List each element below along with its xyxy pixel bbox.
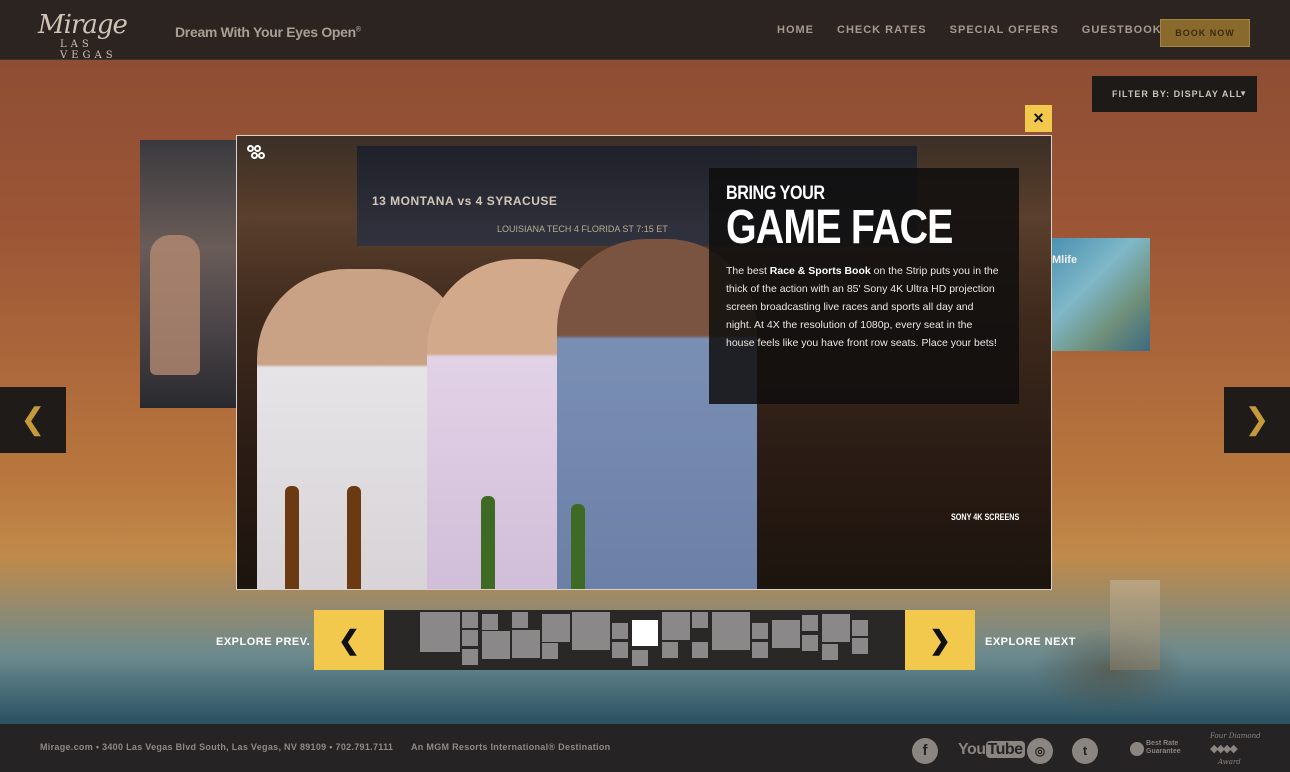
beer-bottle	[481, 496, 495, 589]
chevron-down-icon: ▼	[1239, 89, 1248, 98]
gallery-thumbnail[interactable]	[632, 650, 648, 666]
gallery-thumbnail[interactable]	[542, 643, 558, 659]
gallery-thumbnail[interactable]	[462, 630, 478, 646]
gallery-icon-dot	[251, 152, 258, 159]
best-rate-guarantee-text: Best Rate Guarantee	[1146, 740, 1181, 755]
facebook-icon[interactable]: f	[912, 738, 938, 764]
gallery-icon-dot	[258, 152, 265, 159]
book-now-button[interactable]: BOOK NOW	[1160, 19, 1250, 47]
filter-dropdown[interactable]: FILTER BY: DISPLAY ALL ▼	[1092, 76, 1257, 112]
diamond-icon: ◆◆◆◆	[1210, 743, 1238, 755]
tagline-text: Dream With Your Eyes Open	[175, 24, 356, 40]
card-left-figure	[150, 235, 200, 375]
gallery-thumbnail[interactable]	[822, 644, 838, 660]
nav-guestbook[interactable]: GUESTBOOK	[1082, 24, 1162, 36]
gallery-next-arrow[interactable]: ❯	[1224, 387, 1290, 453]
sony-badge: SONY 4K SCREENS	[951, 512, 1020, 522]
feature-body-bold: Race & Sports Book	[769, 265, 871, 277]
gallery-thumbnail-active[interactable]	[632, 620, 658, 646]
gallery-thumbnail[interactable]	[852, 620, 868, 636]
close-icon: ×	[1033, 108, 1044, 128]
tagline: Dream With Your Eyes Open®	[175, 24, 361, 40]
gallery-thumbnail[interactable]	[822, 614, 850, 642]
thumbnail-strip	[384, 610, 905, 670]
chevron-left-icon: ❮	[20, 403, 46, 436]
four-diamond-bottom: Award	[1218, 758, 1241, 766]
twitter-icon[interactable]: t	[1072, 738, 1098, 764]
tagline-mark: ®	[355, 26, 361, 34]
explore-prev-button[interactable]: ❮	[314, 610, 384, 670]
chevron-right-icon: ❯	[929, 625, 951, 655]
mirage-logo[interactable]: Mirage LAS VEGAS	[38, 10, 156, 61]
feature-headline: GAME FACE	[726, 201, 953, 254]
gallery-thumbnail[interactable]	[482, 614, 498, 630]
gallery-thumbnail[interactable]	[462, 649, 478, 665]
nav-check-rates[interactable]: CHECK RATES	[837, 24, 927, 36]
logo-sub: LAS VEGAS	[60, 39, 117, 61]
filter-label: FILTER BY: DISPLAY ALL	[1112, 89, 1243, 99]
card-right-label: Mlife	[1052, 254, 1078, 266]
footer-mgm: An MGM Resorts International® Destinatio…	[411, 742, 611, 752]
logo-script: Mirage	[38, 10, 128, 40]
beer-bottle	[285, 486, 299, 589]
explore-next-label[interactable]: EXPLORE NEXT	[985, 636, 1076, 648]
four-diamond-top: Four Diamond	[1210, 732, 1261, 740]
gallery-thumbnail[interactable]	[692, 612, 708, 628]
gallery-thumbnail[interactable]	[772, 620, 800, 648]
gallery-thumbnail[interactable]	[662, 612, 690, 640]
scoreboard-line1: 13 MONTANA vs 4 SYRACUSE	[372, 194, 558, 208]
explore-prev-label[interactable]: EXPLORE PREV.	[216, 636, 310, 648]
site-footer: Mirage.com • 3400 Las Vegas Blvd South, …	[0, 724, 1290, 772]
gallery-card-left[interactable]	[140, 140, 240, 408]
background-hotel-tower	[1110, 580, 1160, 670]
nav-home[interactable]: HOME	[777, 24, 814, 36]
feature-body-lead: The best	[726, 265, 770, 277]
nav-special-offers[interactable]: SPECIAL OFFERS	[950, 24, 1059, 36]
main-nav: HOME CHECK RATES SPECIAL OFFERS GUESTBOO…	[777, 24, 1185, 36]
gallery-thumbnail[interactable]	[712, 612, 750, 650]
gallery-thumbnail[interactable]	[512, 612, 528, 628]
gallery-thumbnail[interactable]	[420, 612, 460, 652]
beer-bottle	[571, 504, 585, 589]
instagram-icon[interactable]: ◎	[1027, 738, 1053, 764]
gallery-thumbnail[interactable]	[852, 638, 868, 654]
gallery-thumbnail[interactable]	[612, 623, 628, 639]
gallery-thumbnail[interactable]	[662, 642, 678, 658]
explore-next-button[interactable]: ❯	[905, 610, 975, 670]
feature-body-rest: on the Strip puts you in the thick of th…	[726, 265, 999, 349]
best-rate-guarantee-seal	[1130, 742, 1144, 756]
beer-bottle	[347, 486, 361, 589]
gallery-thumbnail[interactable]	[802, 615, 818, 631]
youtube-icon[interactable]: You Tube	[958, 741, 1025, 759]
site-header: Mirage LAS VEGAS Dream With Your Eyes Op…	[0, 0, 1290, 61]
gallery-thumbnail[interactable]	[512, 630, 540, 658]
gallery-thumbnail[interactable]	[612, 642, 628, 658]
feature-copy-box: BRING YOUR GAME FACE The best Race & Spo…	[709, 168, 1019, 404]
lightbox-modal: 13 MONTANA vs 4 SYRACUSE LOUISIANA TECH …	[236, 135, 1052, 590]
gallery-icon-dot	[247, 145, 254, 152]
gallery-thumbnail[interactable]	[752, 642, 768, 658]
gallery-thumbnail[interactable]	[802, 635, 818, 651]
gallery-prev-arrow[interactable]: ❮	[0, 387, 66, 453]
youtube-you: You	[958, 741, 986, 758]
gallery-thumbnail[interactable]	[542, 614, 570, 642]
scoreboard-line2: LOUISIANA TECH 4 FLORIDA ST 7:15 ET	[497, 224, 668, 234]
footer-address: Mirage.com • 3400 Las Vegas Blvd South, …	[40, 742, 394, 752]
chevron-right-icon: ❯	[1244, 403, 1270, 436]
close-button[interactable]: ×	[1025, 105, 1052, 132]
gallery-thumbnail[interactable]	[752, 623, 768, 639]
feature-body: The best Race & Sports Book on the Strip…	[726, 262, 1002, 352]
gallery-thumbnail[interactable]	[482, 631, 510, 659]
youtube-tube: Tube	[985, 741, 1025, 758]
four-diamond-award-icon: Four Diamond ◆◆◆◆ Award	[1206, 732, 1261, 766]
gallery-icon[interactable]	[247, 145, 269, 163]
gallery-card-right[interactable]: Mlife	[1050, 238, 1150, 351]
best-rate-guarantee-icon[interactable]: Best Rate Guarantee	[1130, 740, 1182, 760]
gallery-icon-dot	[254, 145, 261, 152]
gallery-thumbnail[interactable]	[692, 642, 708, 658]
chevron-left-icon: ❮	[338, 625, 360, 655]
gallery-thumbnail[interactable]	[462, 612, 478, 628]
gallery-thumbnail[interactable]	[572, 612, 610, 650]
